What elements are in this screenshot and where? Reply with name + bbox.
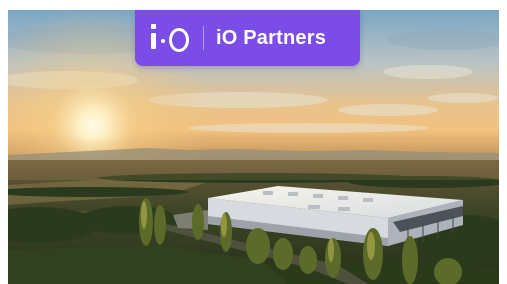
hero-banner: iO Partners (0, 0, 507, 284)
brand-name: iO Partners (216, 26, 327, 49)
io-logo-icon (149, 23, 193, 53)
badge-divider (203, 26, 204, 50)
brand-badge: iO Partners (135, 10, 360, 66)
